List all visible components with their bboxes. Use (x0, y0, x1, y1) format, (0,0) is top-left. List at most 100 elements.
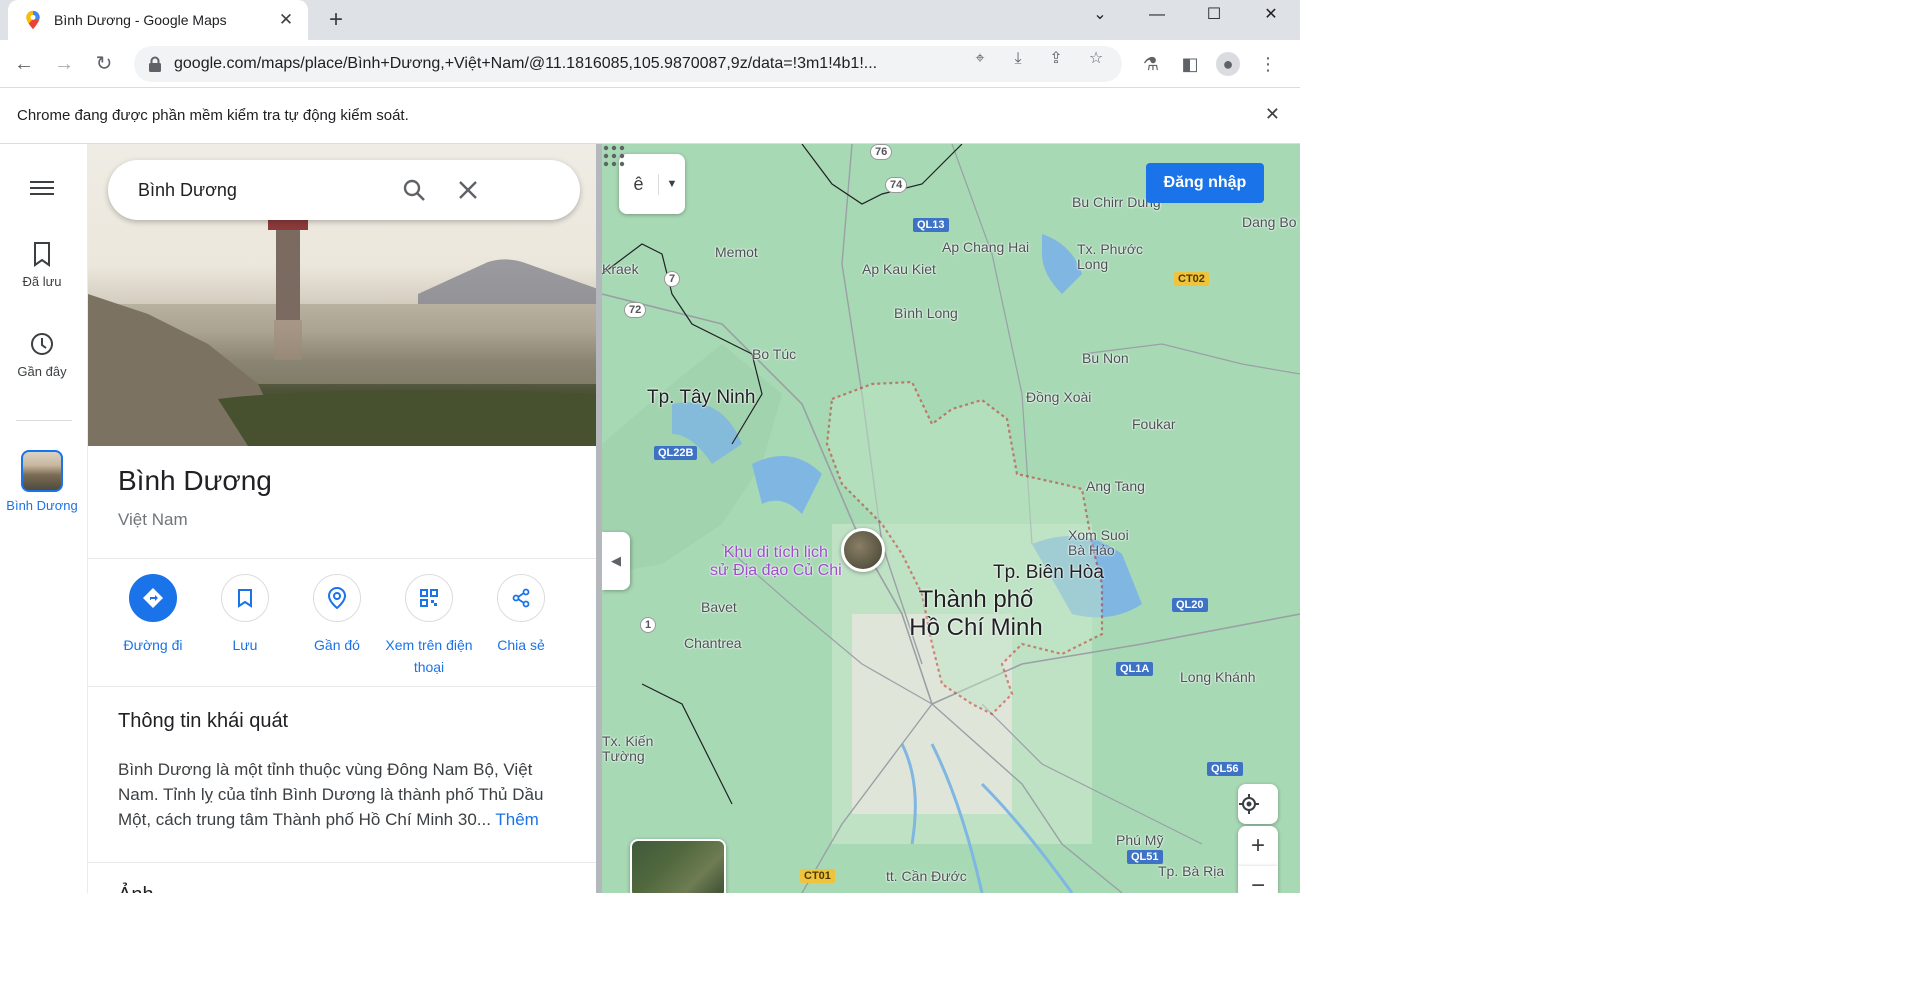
nearby-label: Gần đó (314, 637, 360, 653)
url-text: google.com/maps/place/Bình+Dương,+Việt+N… (174, 55, 878, 72)
road-shield-1: 1 (640, 617, 657, 633)
map-label-ba-ria: Tp. Bà Rịa (1158, 863, 1225, 879)
saved-button[interactable]: Đã lưu (0, 240, 84, 289)
road-shield-ct02: CT02 (1174, 272, 1209, 286)
new-tab-button[interactable]: + (322, 6, 350, 34)
road-shield-ql22b: QL22B (654, 446, 698, 460)
map-label-long-khanh: Long Khánh (1180, 669, 1256, 685)
place-panel: Bình Dương Bình Dương Việt Nam Đường đi (88, 144, 598, 893)
my-location-icon (1239, 794, 1259, 814)
signin-button[interactable]: Đăng nhập (1146, 163, 1264, 203)
nearby-icon (313, 574, 361, 622)
divider (88, 558, 598, 559)
place-hero-photo[interactable]: Bình Dương (88, 144, 598, 446)
profile-avatar-icon[interactable]: ● (1216, 52, 1240, 76)
forward-button[interactable]: → (50, 50, 78, 78)
layers-toggle-button[interactable] (630, 839, 726, 893)
infobar-message: Chrome đang được phần mềm kiểm tra tự độ… (17, 107, 409, 124)
map-art (602, 144, 1300, 893)
map-label-memot: Memot (715, 244, 758, 260)
search-input[interactable]: Bình Dương (138, 180, 237, 201)
search-icon[interactable] (400, 176, 428, 204)
back-button[interactable]: ← (10, 50, 38, 78)
menu-kebab-icon[interactable]: ⋮ (1256, 52, 1280, 76)
location-icon[interactable]: ⌖ (970, 49, 990, 69)
saved-label: Đã lưu (22, 274, 62, 289)
map-label-hcm-line2: Hồ Chí Minh (909, 614, 1043, 641)
place-photo-pin[interactable] (841, 528, 885, 572)
photos-heading: Ảnh (118, 884, 154, 893)
zoom-in-button[interactable]: + (1238, 826, 1278, 866)
share-icon[interactable]: ⇪ (1046, 49, 1066, 69)
recent-place-button[interactable]: Bình Dương (0, 450, 84, 514)
input-tools-button[interactable]: ê ▼ (619, 154, 685, 214)
menu-button[interactable] (0, 174, 84, 208)
automation-infobar: Chrome đang được phần mềm kiểm tra tự độ… (0, 88, 1300, 144)
map-label-foukar: Foukar (1132, 416, 1176, 432)
zoom-out-button[interactable]: − (1238, 866, 1278, 893)
infobar-close-icon[interactable]: ✕ (1265, 104, 1280, 125)
collapse-panel-button[interactable]: ◀ (602, 532, 630, 590)
chevron-down-icon[interactable]: ▼ (659, 178, 685, 190)
qr-code-icon (405, 574, 453, 622)
maximize-button[interactable]: ☐ (1191, 0, 1237, 32)
my-location-button[interactable] (1238, 784, 1278, 824)
directions-button[interactable]: Đường đi (108, 574, 198, 656)
install-icon[interactable]: ⤓ (1008, 49, 1028, 69)
save-button[interactable]: Lưu (200, 574, 290, 656)
map-label-ap-chang-hai: Ap Chang Hai (942, 239, 1030, 255)
window-close-button[interactable]: ✕ (1248, 0, 1294, 32)
map-canvas[interactable]: Tp. Tây Ninh Tp. Biên Hòa Thành phố Hồ C… (602, 144, 1300, 893)
map-label-bu-non: Bu Non (1082, 350, 1129, 366)
road-shield-74: 74 (885, 177, 908, 193)
map-label-dang-bo: Dang Bo (1242, 214, 1297, 230)
map-label-tx-kien-tuong: Tx. Kiến Tường (602, 733, 654, 764)
recent-place-label: Bình Dương (6, 498, 78, 513)
recent-button[interactable]: Gần đây (0, 330, 84, 379)
send-to-phone-label: Xem trên điện thoại (385, 637, 473, 675)
extensions-icon[interactable]: ⚗ (1139, 52, 1163, 76)
map-label-ap-kau-kiet: Ap Kau Kiet (862, 261, 936, 277)
browser-toolbar: ← → ↻ google.com/maps/place/Bình+Dương,+… (0, 40, 1300, 88)
bookmark-icon (221, 574, 269, 622)
save-label: Lưu (232, 637, 258, 653)
nearby-button[interactable]: Gần đó (292, 574, 382, 656)
map-label-chantrea: Chantrea (684, 635, 742, 651)
bookmark-icon (34, 242, 50, 267)
reload-button[interactable]: ↻ (90, 50, 118, 78)
about-text-block: Bình Dương là một tỉnh thuộc vùng Đông N… (118, 757, 570, 832)
map-label-phu-my: Phú Mỹ (1116, 832, 1164, 848)
map-label-bien-hoa: Tp. Biên Hòa (993, 562, 1104, 583)
about-more-link[interactable]: Thêm (495, 810, 538, 829)
side-panel-icon[interactable]: ◧ (1178, 52, 1202, 76)
road-shield-ct01: CT01 (800, 869, 835, 883)
share-button[interactable]: Chia sẻ (476, 574, 566, 656)
search-box[interactable]: Bình Dương (108, 160, 580, 220)
directions-icon (129, 574, 177, 622)
road-shield-ql20: QL20 (1172, 598, 1208, 612)
input-tools-label: ê (619, 173, 659, 195)
browser-window: Bình Dương - Google Maps ✕ + ⌄ — ☐ ✕ ← →… (0, 0, 1300, 893)
tab-close-icon[interactable]: ✕ (276, 10, 296, 30)
place-thumbnail (21, 450, 63, 492)
map-poi-cu-chi[interactable]: Khu di tích lịch sử Địa đạo Củ Chi (710, 544, 842, 580)
map-label-xom-suoi-ba-hao: Xom Suoi Bà Hảo (1068, 527, 1129, 558)
recent-label: Gần đây (17, 364, 67, 379)
about-heading: Thông tin khái quát (118, 710, 289, 732)
send-to-phone-button[interactable]: Xem trên điện thoại (384, 574, 474, 678)
bookmark-star-icon[interactable]: ☆ (1086, 49, 1106, 69)
map-label-hcm-line1: Thành phố (918, 586, 1034, 613)
apps-grid-icon[interactable] (602, 144, 626, 168)
road-shield-ql13: QL13 (913, 218, 949, 232)
tab-search-icon[interactable]: ⌄ (1077, 0, 1123, 32)
road-shield-72: 72 (624, 302, 647, 318)
share-icon (497, 574, 545, 622)
browser-tab[interactable]: Bình Dương - Google Maps ✕ (8, 0, 308, 40)
road-shield-ql1a: QL1A (1116, 662, 1154, 676)
divider (88, 686, 598, 687)
directions-label: Đường đi (123, 637, 183, 653)
clear-search-icon[interactable] (454, 176, 482, 204)
minimize-button[interactable]: — (1134, 0, 1180, 32)
road-shield-76: 76 (870, 144, 893, 160)
road-shield-ql51: QL51 (1127, 850, 1163, 864)
